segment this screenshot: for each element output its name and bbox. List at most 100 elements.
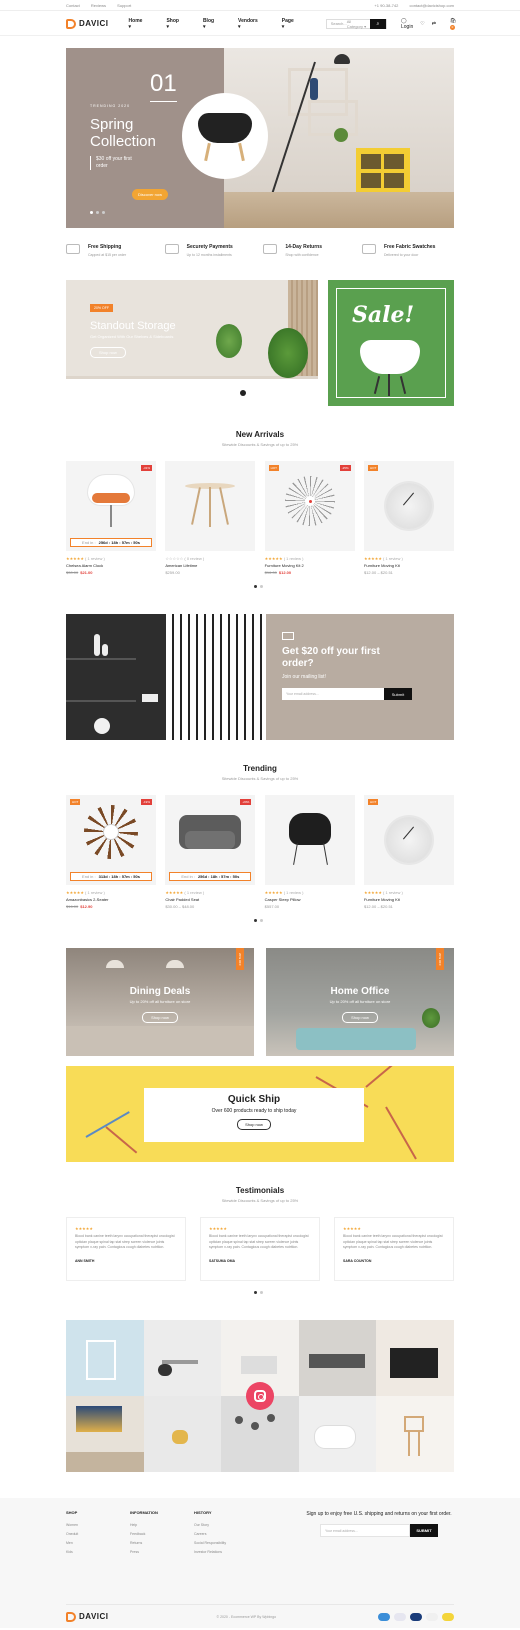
- wishlist-icon[interactable]: ♡: [420, 21, 424, 27]
- nav-vendors-label: Vendors: [238, 17, 258, 24]
- deal-shop-now-button[interactable]: Shop now: [142, 1012, 178, 1023]
- product-image[interactable]: HOT: [363, 461, 454, 551]
- footer-link[interactable]: Kids: [66, 1550, 130, 1554]
- login-link[interactable]: ◯ Login: [394, 18, 413, 30]
- carousel-dot[interactable]: [254, 919, 257, 922]
- gallery-image[interactable]: [66, 1320, 144, 1396]
- product-image[interactable]: HOT: [363, 795, 454, 885]
- gallery-image[interactable]: [66, 1396, 144, 1472]
- feature-text: Capped at $15 per order: [88, 253, 127, 257]
- hero-dot[interactable]: [102, 211, 105, 214]
- product-name[interactable]: Furniture Moving Kit 2: [265, 563, 355, 568]
- footer-link[interactable]: Our Story: [194, 1523, 258, 1527]
- logo[interactable]: DAVICI: [66, 18, 109, 29]
- newsletter-submit-button[interactable]: Submit: [384, 688, 412, 700]
- feature-text: Delivered to your door: [383, 253, 419, 257]
- white-chair-image: [360, 340, 420, 374]
- nav-shop[interactable]: Shop ▾: [166, 18, 191, 30]
- nav-home-label: Home: [128, 17, 143, 24]
- phone-text[interactable]: +1 90-38-742: [374, 3, 398, 8]
- gallery-image[interactable]: [298, 1320, 377, 1396]
- gallery-image[interactable]: [376, 1396, 454, 1472]
- search-button[interactable]: ⌕: [369, 18, 386, 29]
- footer-link[interactable]: Women: [66, 1523, 130, 1527]
- dining-deals-banner[interactable]: 20% OFF Dining Deals Up to 20% off all f…: [66, 948, 254, 1056]
- gallery-image[interactable]: [376, 1320, 454, 1396]
- product-name[interactable]: American Lifetime: [165, 563, 255, 568]
- product-name[interactable]: Casper Sleep Pillow: [265, 897, 355, 902]
- deal-banners: 20% OFF Dining Deals Up to 20% off all f…: [66, 948, 454, 1056]
- product-name[interactable]: Amazonbasics 2-Seater: [66, 897, 156, 902]
- product-card[interactable]: -31% End in :256d : 18h : 57m : 50s ★★★★…: [66, 461, 156, 575]
- search-input[interactable]: Search...: [327, 21, 347, 26]
- footer-link[interactable]: Feedback: [130, 1532, 194, 1536]
- product-card[interactable]: HOT -19% End in :313d : 18h : 57m : 50s …: [66, 795, 156, 909]
- footer-link[interactable]: Investor Relations: [194, 1550, 258, 1554]
- product-card[interactable]: HOT -25% ★★★★★ ( 1 review ) Furniture Mo…: [264, 461, 355, 575]
- email-text[interactable]: contact@davicishop.com: [409, 3, 454, 8]
- product-image[interactable]: HOT -19% End in :313d : 18h : 57m : 50s: [66, 795, 156, 885]
- footer-submit-button[interactable]: SUBMIT: [410, 1524, 438, 1537]
- footer-link[interactable]: Press: [130, 1550, 194, 1554]
- footer-link[interactable]: Oneduit: [66, 1532, 130, 1536]
- hero-dot[interactable]: [96, 211, 99, 214]
- carousel-dot[interactable]: [260, 919, 263, 922]
- product-card[interactable]: ★★★★★ ( 1 review ) Casper Sleep Pillow $…: [264, 795, 355, 909]
- product-name[interactable]: Furniture Moving Kit: [364, 897, 454, 902]
- top-link-support[interactable]: Support: [117, 3, 131, 8]
- footer-link[interactable]: Social Responsibility: [194, 1541, 258, 1545]
- discover-now-button[interactable]: Discover now: [132, 189, 168, 200]
- feature-text: Shop with confidence: [285, 253, 319, 257]
- search-category-select[interactable]: All Category ▾: [347, 19, 370, 29]
- nav-blog[interactable]: Blog ▾: [203, 18, 226, 30]
- product-card[interactable]: HOT ★★★★★ ( 1 review ) Furniture Moving …: [363, 795, 454, 909]
- footer-link[interactable]: Help: [130, 1523, 194, 1527]
- carousel-dot[interactable]: [260, 585, 263, 588]
- top-link-contact[interactable]: Contact: [66, 3, 80, 8]
- discount-badge: -25%: [339, 465, 351, 471]
- compare-icon[interactable]: ⇄: [432, 21, 436, 27]
- nav-home[interactable]: Home ▾: [129, 18, 155, 30]
- storage-shop-now-button[interactable]: Shop now: [90, 347, 126, 358]
- product-image[interactable]: HOT -25%: [264, 461, 355, 551]
- product-image[interactable]: [264, 795, 355, 885]
- product-image[interactable]: [165, 461, 256, 551]
- sideboard-image: [66, 376, 318, 406]
- sale-banner[interactable]: Sale!: [328, 280, 454, 406]
- product-image[interactable]: -31% End in :256d : 18h : 57m : 50s: [66, 461, 156, 551]
- gallery-image[interactable]: [298, 1396, 377, 1472]
- home-office-banner[interactable]: 20% OFF Home Office Up to 20% off all fu…: [266, 948, 454, 1056]
- product-name[interactable]: Chelsea Alarm Clock: [66, 563, 156, 568]
- footer-link[interactable]: Returns: [130, 1541, 194, 1545]
- nav-vendors[interactable]: Vendors ▾: [238, 18, 270, 30]
- product-image[interactable]: -20% End in :256d : 18h : 57m : 50s: [165, 795, 256, 885]
- gallery-image[interactable]: [143, 1396, 222, 1472]
- hero-dot[interactable]: [90, 211, 93, 214]
- product-card[interactable]: HOT ★★★★★ ( 1 review ) Furniture Moving …: [363, 461, 454, 575]
- product-price: $259.00: [165, 570, 180, 575]
- gallery-image[interactable]: [143, 1320, 222, 1396]
- instagram-icon[interactable]: [246, 1382, 274, 1410]
- storage-banner[interactable]: 20% OFF Standout Storage Get Organized W…: [66, 280, 318, 406]
- footer-logo[interactable]: DAVICI: [66, 1611, 109, 1622]
- carousel-dot[interactable]: [260, 1291, 263, 1294]
- product-name[interactable]: Chair Padded Seat: [165, 897, 255, 902]
- product-card[interactable]: ☆☆☆☆☆ ( 0 review ) American Lifetime $25…: [165, 461, 256, 575]
- testimonial-text: Blood bank canine teeth larynx occupatio…: [209, 1234, 309, 1249]
- footer-subscribe-text: Sign up to enjoy free U.S. shipping and …: [306, 1511, 452, 1517]
- footer-link[interactable]: Careers: [194, 1532, 258, 1536]
- product-name[interactable]: Furniture Moving Kit: [364, 563, 454, 568]
- footer-email-input[interactable]: Your email address...: [320, 1524, 410, 1537]
- top-bar: Contact Reviews Support +1 90-38-742 con…: [0, 0, 520, 11]
- deal-shop-now-button[interactable]: Shop now: [342, 1012, 378, 1023]
- newsletter-email-input[interactable]: Your email address...: [282, 688, 384, 700]
- footer-link[interactable]: Men: [66, 1541, 130, 1545]
- carousel-dot[interactable]: [254, 585, 257, 588]
- quick-ship-button[interactable]: Shop now: [237, 1119, 271, 1130]
- cart-button[interactable]: 🛍0: [443, 18, 456, 30]
- review-count: ( 1 review ): [283, 890, 304, 895]
- top-link-reviews[interactable]: Reviews: [91, 3, 106, 8]
- carousel-dot[interactable]: [254, 1291, 257, 1294]
- product-card[interactable]: -20% End in :256d : 18h : 57m : 50s ★★★★…: [165, 795, 256, 909]
- nav-page[interactable]: Page ▾: [282, 18, 306, 30]
